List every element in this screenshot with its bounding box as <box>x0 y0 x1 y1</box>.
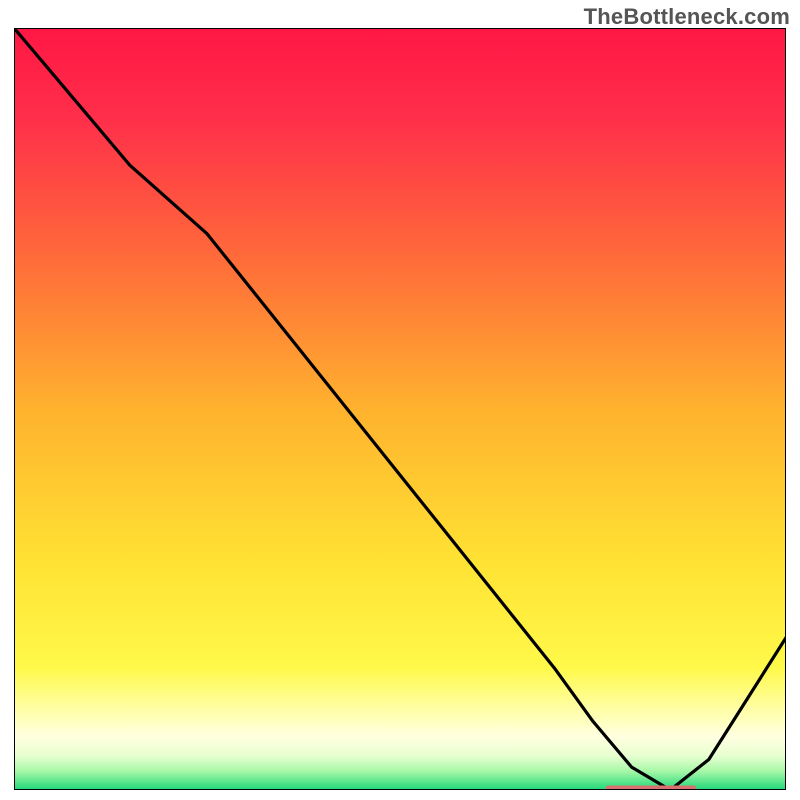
gradient-background <box>14 28 786 790</box>
bottleneck-plot <box>14 28 786 790</box>
watermark-text: TheBottleneck.com <box>584 4 790 30</box>
chart-container: TheBottleneck.com <box>0 0 800 800</box>
